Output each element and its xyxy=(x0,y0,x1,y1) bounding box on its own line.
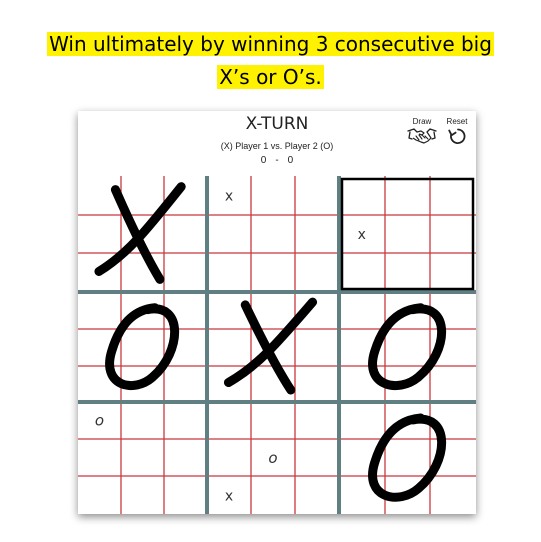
board-cell[interactable] xyxy=(295,402,339,439)
board-cell[interactable] xyxy=(385,253,430,292)
board-cell[interactable] xyxy=(207,402,251,439)
reset-label: Reset xyxy=(446,117,468,126)
board-cell[interactable] xyxy=(251,253,295,292)
board-cell[interactable] xyxy=(339,292,385,329)
game-card: X-TURN (X) Player 1 vs. Player 2 (O) 0-0… xyxy=(78,111,476,514)
board-cell[interactable] xyxy=(121,402,164,439)
caption-line-1: Win ultimately by winning 3 consecutive … xyxy=(0,31,541,58)
board-cell[interactable] xyxy=(164,253,207,292)
board-cell[interactable] xyxy=(121,439,164,476)
board-cell[interactable] xyxy=(207,253,251,292)
board-canvas: x x o o x xyxy=(78,176,476,514)
board-cell[interactable] xyxy=(430,215,476,253)
board-cell[interactable] xyxy=(295,366,339,402)
board-cell[interactable] xyxy=(78,439,121,476)
board-cell[interactable] xyxy=(295,176,339,215)
board-cell[interactable] xyxy=(295,439,339,476)
board-cell[interactable] xyxy=(207,439,251,476)
board-cell[interactable] xyxy=(164,366,207,402)
board-cell[interactable] xyxy=(430,476,476,514)
board-cell[interactable] xyxy=(430,366,476,402)
board-cell[interactable] xyxy=(207,215,251,253)
board-cell[interactable] xyxy=(295,215,339,253)
board-cell[interactable] xyxy=(164,402,207,439)
caption-line-2: X’s or O’s. xyxy=(0,64,541,91)
board-cell[interactable] xyxy=(339,176,385,215)
board-cell[interactable] xyxy=(251,215,295,253)
draw-button[interactable]: Draw xyxy=(405,117,439,148)
board-cell[interactable] xyxy=(295,329,339,366)
caption-line-2-text: X’s or O’s. xyxy=(217,65,324,89)
small-x-mark: x xyxy=(358,227,366,243)
board-cell[interactable] xyxy=(339,402,385,439)
board-cell[interactable] xyxy=(121,476,164,514)
handshake-icon xyxy=(407,128,437,144)
board-cell[interactable] xyxy=(251,402,295,439)
score-player-1: 0 xyxy=(260,155,267,166)
small-o-mark: o xyxy=(95,412,104,430)
board-cell[interactable] xyxy=(385,329,430,366)
board-cell[interactable] xyxy=(430,176,476,215)
score-player-2: 0 xyxy=(287,155,294,166)
board-cell[interactable] xyxy=(385,215,430,253)
board-cell[interactable] xyxy=(339,253,385,292)
game-board: x x o o x xyxy=(78,176,476,514)
board-cell[interactable] xyxy=(251,476,295,514)
refresh-icon xyxy=(448,128,466,144)
board-cell[interactable] xyxy=(121,329,164,366)
board-cell[interactable] xyxy=(78,215,121,253)
small-x-mark: x xyxy=(225,488,233,504)
small-o-mark: o xyxy=(268,449,277,467)
board-cell[interactable] xyxy=(164,476,207,514)
board-cell[interactable] xyxy=(385,439,430,476)
board-cell[interactable] xyxy=(164,215,207,253)
board-cell[interactable] xyxy=(251,176,295,215)
small-x-mark: x xyxy=(225,188,233,204)
reset-button[interactable]: Reset xyxy=(442,117,472,148)
board-cell[interactable] xyxy=(78,476,121,514)
board-cell[interactable] xyxy=(164,439,207,476)
board-cell[interactable] xyxy=(385,176,430,215)
board-cell[interactable] xyxy=(207,329,251,366)
score-display: 0-0 xyxy=(78,155,476,166)
board-cell[interactable] xyxy=(78,292,121,329)
draw-label: Draw xyxy=(412,117,432,126)
board-cell[interactable] xyxy=(295,476,339,514)
score-separator: - xyxy=(275,155,279,166)
caption-line-1-text: Win ultimately by winning 3 consecutive … xyxy=(47,32,494,56)
board-cell[interactable] xyxy=(430,253,476,292)
board-cell[interactable] xyxy=(295,253,339,292)
